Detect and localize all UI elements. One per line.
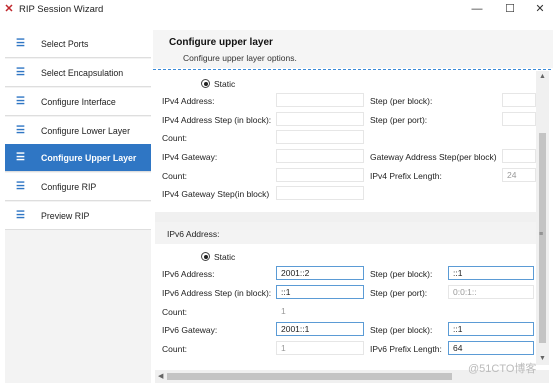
ipv4-static-label: Static: [214, 79, 236, 89]
upper-layer-form: Static IPv4 Address: Step (per block): I…: [155, 71, 536, 365]
ipv6-address-label: IPv6 Address:: [162, 269, 215, 279]
sidebar-item-label: Configure Interface: [41, 97, 116, 107]
ipv6-count-input[interactable]: [276, 304, 364, 318]
sidebar-item-label: Preview RIP: [41, 211, 90, 221]
ipv4-gateway-count-input[interactable]: [276, 168, 364, 182]
ipv4-address-step-label: IPv4 Address Step (in block):: [162, 115, 272, 125]
ipv6-prefix-length-input[interactable]: [448, 341, 534, 355]
header-divider: [153, 69, 551, 70]
maximize-button[interactable]: ☐: [495, 0, 525, 18]
ipv4-address-input[interactable]: [276, 93, 364, 107]
watermark-text: @51CTO博客: [468, 363, 537, 375]
page-title: Configure upper layer: [169, 37, 273, 48]
ipv4-address-label: IPv4 Address:: [162, 96, 215, 106]
ipv6-address-step-label: IPv6 Address Step (in block):: [162, 288, 272, 298]
ipv4-count-input[interactable]: [276, 130, 364, 144]
sidebar-item-configure-interface[interactable]: ☰ Configure Interface: [5, 88, 151, 116]
ipv6-step-block-label: Step (per block):: [370, 269, 433, 279]
ipv4-gateway-input[interactable]: [276, 149, 364, 163]
ipv4-address-step-input[interactable]: [276, 112, 364, 126]
scroll-left-icon[interactable]: ◀: [158, 372, 163, 380]
ipv4-gateway-step-input[interactable]: [276, 186, 364, 200]
scroll-grip-icon: ≡: [539, 231, 544, 238]
ipv4-count-label: Count:: [162, 133, 188, 143]
ipv4-step-port-input[interactable]: [502, 112, 536, 126]
minimize-button[interactable]: —: [462, 0, 492, 18]
ipv6-count-label: Count:: [162, 307, 188, 317]
ipv4-gateway-step-block-input[interactable]: [502, 149, 536, 163]
ipv4-step-port-label: Step (per port):: [370, 115, 428, 125]
close-button[interactable]: ✕: [525, 0, 555, 18]
title-bar: ✕ RIP Session Wizard — ☐ ✕: [0, 0, 555, 18]
ipv6-gateway-count-input[interactable]: [276, 341, 364, 355]
ipv6-static-label: Static: [214, 252, 236, 262]
ipv4-step-block-label: Step (per block):: [370, 96, 433, 106]
list-icon: ☰: [16, 125, 25, 136]
app-logo-icon: ✕: [4, 3, 14, 15]
sidebar-item-configure-upper-layer[interactable]: ☰ Configure Upper Layer: [5, 144, 151, 172]
ipv6-address-input[interactable]: [276, 266, 364, 280]
ipv6-gateway-input[interactable]: [276, 322, 364, 336]
list-icon: ☰: [16, 152, 25, 163]
ipv6-prefix-length-label: IPv6 Prefix Length:: [370, 344, 442, 354]
wizard-sidebar: ☰ Select Ports ☰ Select Encapsulation ☰ …: [5, 30, 151, 383]
ipv4-prefix-length-label: IPv4 Prefix Length:: [370, 171, 442, 181]
ipv6-step-port-input[interactable]: [448, 285, 534, 299]
ipv4-gateway-count-label: Count:: [162, 171, 188, 181]
ipv6-gateway-step-block-label: Step (per block):: [370, 325, 433, 335]
ipv4-gateway-step-label: IPv4 Gateway Step(in block): [162, 189, 270, 199]
ipv6-section-header: IPv6 Address:: [155, 222, 536, 244]
sidebar-item-preview-rip[interactable]: ☰ Preview RIP: [5, 202, 151, 230]
list-icon: ☰: [16, 181, 25, 192]
ipv6-step-port-label: Step (per port):: [370, 288, 428, 298]
sidebar-item-select-ports[interactable]: ☰ Select Ports: [5, 30, 151, 58]
ipv4-gateway-label: IPv4 Gateway:: [162, 152, 218, 162]
horizontal-scroll-thumb[interactable]: [167, 373, 452, 380]
window-title: RIP Session Wizard: [19, 4, 104, 15]
sidebar-item-label: Configure Lower Layer: [41, 126, 130, 136]
sidebar-item-label: Configure Upper Layer: [41, 153, 137, 163]
vertical-scroll-thumb[interactable]: [539, 133, 546, 343]
ipv6-static-radio[interactable]: [201, 252, 210, 261]
ipv6-step-block-input[interactable]: [448, 266, 534, 280]
sidebar-item-configure-lower-layer[interactable]: ☰ Configure Lower Layer: [5, 117, 151, 145]
sidebar-item-configure-rip[interactable]: ☰ Configure RIP: [5, 173, 151, 201]
ipv6-gateway-step-block-input[interactable]: [448, 322, 534, 336]
ipv6-section-label: IPv6 Address:: [167, 229, 220, 239]
ipv6-address-step-input[interactable]: [276, 285, 364, 299]
scroll-up-icon[interactable]: ▲: [539, 73, 546, 80]
vertical-scrollbar[interactable]: ▲ ≡ ▼: [536, 71, 549, 365]
ipv4-gateway-step-block-label: Gateway Address Step(per block): [370, 152, 497, 162]
ipv6-gateway-count-label: Count:: [162, 344, 188, 354]
list-icon: ☰: [16, 38, 25, 49]
page-header: Configure upper layer Configure upper la…: [153, 30, 553, 68]
sidebar-item-label: Select Ports: [41, 39, 89, 49]
sidebar-item-label: Select Encapsulation: [41, 68, 124, 78]
ipv6-gateway-label: IPv6 Gateway:: [162, 325, 218, 335]
sidebar-item-label: Configure RIP: [41, 182, 97, 192]
ipv4-prefix-length-input[interactable]: [502, 168, 536, 182]
list-icon: ☰: [16, 67, 25, 78]
page-subtitle: Configure upper layer options.: [183, 53, 297, 63]
list-icon: ☰: [16, 96, 25, 107]
list-icon: ☰: [16, 210, 25, 221]
ipv4-static-radio[interactable]: [201, 79, 210, 88]
scroll-down-icon[interactable]: ▼: [539, 355, 546, 362]
ipv4-step-block-input[interactable]: [502, 93, 536, 107]
sidebar-item-select-encapsulation[interactable]: ☰ Select Encapsulation: [5, 59, 151, 87]
section-separator: [155, 212, 536, 222]
